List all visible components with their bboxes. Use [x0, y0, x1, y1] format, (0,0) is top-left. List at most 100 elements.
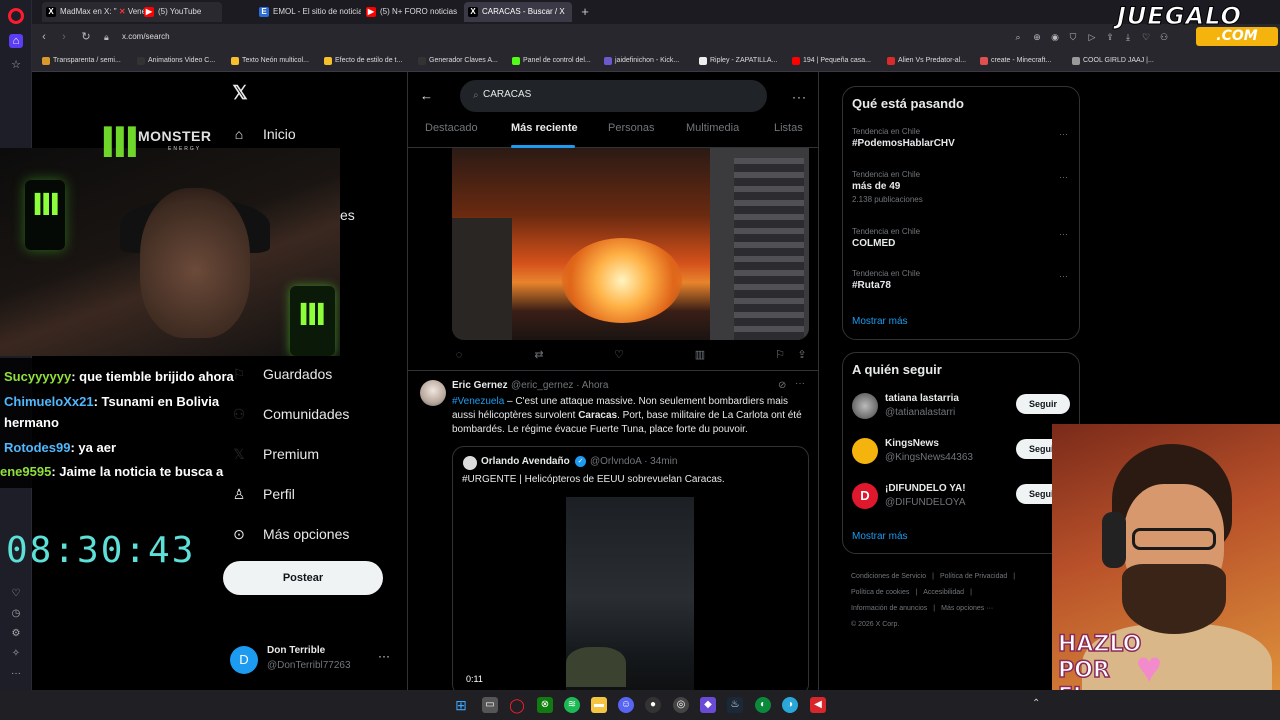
more-icon[interactable]: ···	[378, 649, 390, 663]
back-arrow-icon[interactable]: ←	[420, 89, 434, 103]
steam-icon[interactable]: ♨	[727, 697, 743, 713]
follow-suggestion[interactable]: D ¡DIFUNDELO YA! @DIFUNDELOYA Seguir	[852, 483, 1077, 515]
url-field[interactable]: x.com/search	[122, 30, 170, 44]
tab-mas-reciente[interactable]: Más reciente	[511, 122, 578, 134]
tab-youtube[interactable]: ▶ (5) YouTube	[140, 2, 220, 22]
trend-item[interactable]: Tendencia en Chile #Ruta78 ···	[852, 269, 1072, 291]
xbox-icon[interactable]: ⊗	[537, 697, 553, 713]
footer-link[interactable]: Política de cookies	[851, 589, 909, 596]
trend-item[interactable]: Tendencia en Chile COLMED ···	[852, 227, 1072, 249]
grok-icon[interactable]: ⊘	[778, 380, 786, 391]
tweet-author-name[interactable]: Eric Gernez	[452, 380, 508, 391]
app-icon[interactable]: ◎	[673, 697, 689, 713]
follow-suggestion[interactable]: KingsNews @KingsNews44363 Seguir	[852, 438, 1077, 470]
trend-item[interactable]: Tendencia en Chile #PodemosHablarCHV ···	[852, 127, 1072, 149]
bookmark-item[interactable]: COOL GIRLD JAAJ |...	[1072, 54, 1154, 68]
task-view-icon[interactable]: ▭	[482, 697, 498, 713]
retweet-icon[interactable]: ⇄	[532, 348, 546, 362]
windows-start-icon[interactable]: ⊞	[453, 697, 469, 713]
opera-logo-icon[interactable]	[8, 8, 24, 24]
trend-item[interactable]: Tendencia en Chile más de 49 2.138 publi…	[852, 170, 1072, 204]
tab-personas[interactable]: Personas	[608, 122, 654, 134]
footer-link[interactable]: Política de Privacidad	[940, 573, 1007, 580]
bookmark-item[interactable]: Ripley - ZAPATILLA...	[699, 54, 777, 68]
bookmark-item[interactable]: Texto Neón multicol...	[231, 54, 309, 68]
chat-message: hermano	[4, 415, 59, 430]
opera-icon[interactable]: ◯	[509, 697, 525, 713]
tray-chevron-icon[interactable]: ⌃	[1032, 698, 1040, 709]
post-button[interactable]: Postear	[223, 561, 383, 595]
building	[452, 218, 512, 340]
play-icon[interactable]: ▷	[1086, 30, 1098, 44]
bookmark-item[interactable]: create - Minecraft...	[980, 54, 1051, 68]
camera-icon[interactable]: ◉	[1049, 30, 1061, 44]
avatar[interactable]	[420, 380, 446, 406]
search-icon[interactable]: ⌕	[1012, 30, 1024, 44]
tab-multimedia[interactable]: Multimedia	[686, 122, 739, 134]
bookmark-item[interactable]: Efecto de estilo de t...	[324, 54, 402, 68]
tweet-image-explosion[interactable]	[452, 148, 809, 340]
pin-icon[interactable]: ☆	[9, 58, 23, 72]
spotify-icon[interactable]: ≋	[564, 697, 580, 713]
heart-icon[interactable]: ♡	[10, 588, 22, 600]
show-more-link[interactable]: Mostrar más	[852, 531, 908, 542]
app-icon[interactable]: ◐	[755, 697, 771, 713]
search-input[interactable]: ⌕ CARACAS	[460, 80, 767, 112]
bookmark-icon[interactable]: ⚐	[773, 348, 787, 362]
account-switcher[interactable]: D Don Terrible @DonTerribl77263 ···	[230, 644, 400, 680]
more-icon[interactable]: ···	[1059, 129, 1068, 139]
footer-link[interactable]: Más opciones ···	[941, 605, 993, 612]
like-icon[interactable]: ♡	[612, 348, 626, 362]
footer-link[interactable]: Información de anuncios	[851, 605, 927, 612]
share-icon[interactable]: ⇪	[795, 348, 809, 362]
hashtag-link[interactable]: #Venezuela	[452, 396, 504, 407]
follow-suggestion[interactable]: tatiana lastarria @tatianalastarri Segui…	[852, 393, 1077, 425]
bookmark-item[interactable]: jaidefinichon - Kick...	[604, 54, 679, 68]
history-icon[interactable]: ◷	[10, 608, 22, 620]
obs-icon[interactable]: ●	[645, 697, 661, 713]
footer-link[interactable]: Accesibilidad	[923, 589, 964, 596]
reload-icon[interactable]: ↻	[78, 29, 94, 45]
bookmark-item[interactable]: Generador Claves A...	[418, 54, 498, 68]
reply-icon[interactable]: ◌	[452, 348, 466, 362]
forward-icon[interactable]: ›	[56, 29, 72, 45]
bookmark-item[interactable]: 194 | Pequeña casa...	[792, 54, 871, 68]
more-icon[interactable]: ···	[795, 378, 805, 389]
x-logo-icon[interactable]: 𝕏	[230, 84, 250, 104]
tweet[interactable]: Eric Gernez @eric_gernez · Ahora ⊘ ··· #…	[408, 374, 818, 690]
footer-link[interactable]: Condiciones de Servicio	[851, 573, 926, 580]
quoted-tweet[interactable]: Orlando Avendaño ✓ @OrlvndoA · 34min #UR…	[452, 446, 809, 690]
folder-icon[interactable]: ▬	[591, 697, 607, 713]
bookmark-item[interactable]: Alien Vs Predator-al...	[887, 54, 966, 68]
building-windows	[734, 158, 804, 340]
more-icon[interactable]: ···	[1059, 172, 1068, 182]
back-icon[interactable]: ‹	[36, 29, 52, 45]
tab-nplus[interactable]: ▶ (5) N+ FORO noticias	[362, 2, 462, 22]
tab-emol[interactable]: E EMOL - El sitio de noticias	[255, 2, 361, 22]
tab-listas[interactable]: Listas	[774, 122, 803, 134]
more-icon[interactable]: ···	[1059, 229, 1068, 239]
app-icon[interactable]: ◀	[810, 697, 826, 713]
more-icon[interactable]: ···	[792, 90, 807, 104]
bookmark-item[interactable]: Transparenta / semi...	[42, 54, 121, 68]
browser-icon[interactable]: ◑	[782, 697, 798, 713]
more-icon[interactable]: ···	[10, 668, 22, 680]
shield-icon[interactable]: ⛉	[1067, 30, 1079, 44]
translate-icon[interactable]: ⊕	[1031, 30, 1043, 44]
tab-destacado[interactable]: Destacado	[425, 122, 478, 134]
bookmark-item[interactable]: Animations Video C...	[137, 54, 215, 68]
bookmark-item[interactable]: Panel de control del...	[512, 54, 591, 68]
tab-caracas[interactable]: X CARACAS - Buscar / X	[464, 2, 572, 22]
follow-button[interactable]: Seguir	[1016, 394, 1070, 414]
new-tab-button[interactable]: +	[577, 4, 593, 20]
lightbulb-icon[interactable]: ✧	[10, 648, 22, 660]
discord-icon[interactable]: ☺	[618, 697, 634, 713]
views-icon[interactable]: ▥	[693, 348, 707, 362]
settings-icon[interactable]: ⚙	[10, 628, 22, 640]
app-icon[interactable]: ◆	[700, 697, 716, 713]
show-more-link[interactable]: Mostrar más	[852, 316, 908, 327]
home-icon[interactable]: ⌂	[9, 34, 23, 48]
more-icon[interactable]: ···	[1059, 271, 1068, 281]
bookmark-icon	[324, 57, 332, 65]
video-player[interactable]: 0:11	[453, 497, 808, 690]
